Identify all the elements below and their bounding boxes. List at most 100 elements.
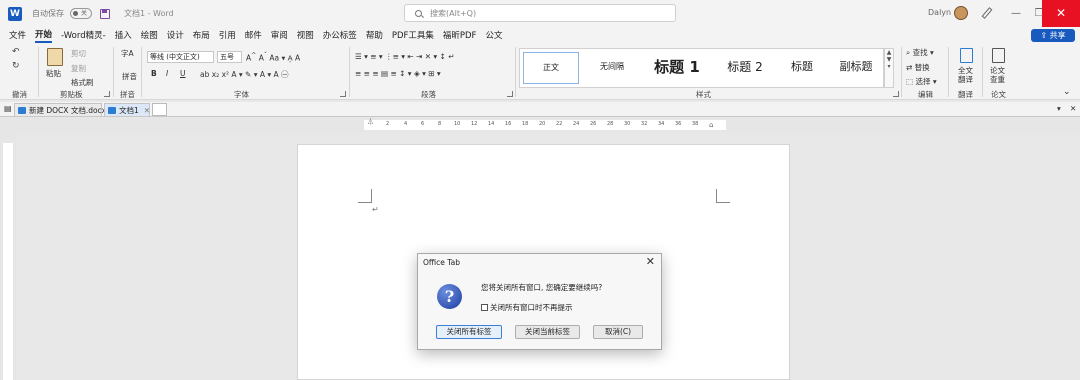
- ruler-number: 8: [438, 121, 442, 127]
- menu-review[interactable]: 审阅: [271, 29, 288, 41]
- right-indent-marker-icon[interactable]: ⌂: [709, 121, 713, 129]
- ruler-number: 22: [556, 121, 563, 127]
- translate-icon[interactable]: [960, 48, 973, 63]
- pen-icon[interactable]: [981, 7, 993, 19]
- translate-button[interactable]: 全文翻译: [958, 66, 978, 84]
- style-normal[interactable]: 正文: [523, 52, 579, 84]
- undo-group-label: 撤消: [12, 90, 27, 99]
- collapse-ribbon-icon[interactable]: ⌄: [1063, 87, 1071, 97]
- menu-view[interactable]: 视图: [297, 29, 314, 41]
- font-name-select[interactable]: 等线 (中文正文): [147, 51, 214, 63]
- menu-bar: 文件 开始 -Word精灵- 插入 绘图 设计 布局 引用 邮件 审阅 视图 办…: [0, 27, 1080, 43]
- ruler-number: 14: [488, 121, 495, 127]
- tab-new-docx[interactable]: 新建 DOCX 文档.docx: [14, 103, 106, 116]
- styles-gallery: 正文 无间隔 标题 1 标题 2 标题 副标题: [519, 48, 884, 88]
- find-label: 查找: [912, 48, 928, 57]
- document-title: 文档1 - Word: [124, 9, 174, 18]
- close-current-tab-button[interactable]: 关闭当前标签: [515, 325, 580, 339]
- italic-icon[interactable]: I: [166, 69, 168, 78]
- close-tab-icon[interactable]: ✕: [144, 106, 150, 115]
- menu-word-wizard[interactable]: -Word精灵-: [61, 29, 106, 41]
- styles-launcher-icon[interactable]: [893, 91, 899, 97]
- underline-icon[interactable]: U: [180, 69, 186, 78]
- redo-icon[interactable]: ↻: [12, 61, 20, 71]
- styles-group-label: 样式: [696, 90, 711, 99]
- bold-icon[interactable]: B: [151, 69, 157, 78]
- user-name[interactable]: Dalyn: [928, 8, 951, 17]
- ruler-number: 20: [539, 121, 546, 127]
- undo-icon[interactable]: ↶: [12, 47, 20, 57]
- ruler-number: 12: [471, 121, 478, 127]
- avatar[interactable]: [954, 6, 968, 20]
- ruler-number: 2: [386, 121, 390, 127]
- indent-marker-icon[interactable]: ⏃: [367, 117, 374, 127]
- search-input[interactable]: 搜索(Alt+Q): [404, 4, 676, 22]
- vertical-ruler: [0, 133, 16, 380]
- find-button[interactable]: ⌕ 查找 ▾: [906, 47, 934, 58]
- menu-foxit-pdf[interactable]: 福昕PDF: [443, 29, 477, 41]
- list-icons[interactable]: ☰ ▾ ≡ ▾ ⋮≡ ▾ ⇤ ⇥ ✕ ▾ ↕ ↵: [355, 52, 455, 61]
- tab-list-icon[interactable]: ▤: [4, 104, 12, 113]
- styles-scroll[interactable]: ▲ ▼ ▾: [884, 48, 894, 88]
- pinyin-button[interactable]: 拼音: [122, 71, 137, 82]
- checkbox-box[interactable]: [481, 304, 488, 311]
- menu-official-doc[interactable]: 公文: [485, 29, 502, 41]
- menu-pdf-tools[interactable]: PDF工具集: [392, 29, 434, 41]
- paragraph-launcher-icon[interactable]: [507, 91, 513, 97]
- menu-help[interactable]: 帮助: [366, 29, 383, 41]
- menu-layout[interactable]: 布局: [193, 29, 210, 41]
- ruler-number: 26: [590, 121, 597, 127]
- format-icons[interactable]: ab x₂ x² A ▾ ✎ ▾ A ▾ A ㊀: [200, 69, 289, 80]
- checkbox-label: 关闭所有窗口时不再提示: [490, 303, 573, 312]
- tab-document1[interactable]: 文档1 ✕: [104, 103, 150, 116]
- tab-menu-chevron-icon[interactable]: ▾: [1057, 104, 1061, 113]
- paper-check-icon[interactable]: [992, 48, 1005, 63]
- style-no-spacing[interactable]: 无间隔: [584, 52, 640, 82]
- divider: [113, 47, 114, 97]
- paste-icon[interactable]: [47, 48, 63, 66]
- ruler-number: 16: [505, 121, 512, 127]
- style-title[interactable]: 标题: [774, 52, 830, 82]
- dont-ask-checkbox[interactable]: 关闭所有窗口时不再提示: [481, 302, 573, 313]
- style-heading-1[interactable]: 标题 1: [642, 52, 712, 82]
- font-size-select[interactable]: 五号: [217, 51, 242, 63]
- clipboard-launcher-icon[interactable]: [104, 91, 110, 97]
- share-button[interactable]: ⇪ 共享: [1031, 29, 1075, 42]
- autosave-toggle[interactable]: 关: [70, 8, 92, 19]
- new-tab-button[interactable]: [152, 103, 167, 116]
- pinyin-icon[interactable]: 字A: [121, 48, 134, 59]
- copy-button[interactable]: 复制: [71, 63, 86, 74]
- title-bar: W 自动保存 关 文档1 - Word 搜索(Alt+Q) Dalyn — ❐: [0, 0, 1080, 27]
- menu-office-tab[interactable]: 办公标签: [323, 29, 357, 41]
- ruler-number: 10: [454, 121, 461, 127]
- divider: [349, 47, 350, 97]
- select-button[interactable]: ⬚ 选择 ▾: [906, 76, 937, 87]
- menu-insert[interactable]: 插入: [115, 29, 132, 41]
- dialog-message: 您将关闭所有窗口, 您确定要继续吗?: [481, 283, 603, 292]
- dialog-close-icon[interactable]: ✕: [646, 255, 655, 268]
- style-subtitle[interactable]: 副标题: [830, 52, 882, 82]
- replace-button[interactable]: ⇄ 替换: [906, 62, 930, 73]
- save-icon[interactable]: [100, 8, 110, 19]
- paper-check-button[interactable]: 论文查重: [990, 66, 1010, 84]
- menu-draw[interactable]: 绘图: [141, 29, 158, 41]
- menu-mailings[interactable]: 邮件: [245, 29, 262, 41]
- align-icons[interactable]: ≡ ≡ ≡ ▤ ≡ ↕ ▾ ◈ ▾ ⊞ ▾: [355, 69, 441, 78]
- font-launcher-icon[interactable]: [340, 91, 346, 97]
- paragraph-mark: ↵: [372, 205, 379, 214]
- format-painter-button[interactable]: 格式刷: [71, 77, 94, 88]
- cut-button[interactable]: 剪切: [71, 48, 86, 59]
- menu-design[interactable]: 设计: [167, 29, 184, 41]
- ruler-number: 4: [404, 121, 408, 127]
- menu-home[interactable]: 开始: [35, 28, 53, 43]
- style-heading-2[interactable]: 标题 2: [710, 52, 780, 82]
- question-icon: ?: [437, 284, 462, 309]
- menu-file[interactable]: 文件: [9, 29, 26, 41]
- tab-close-all-icon[interactable]: ✕: [1070, 104, 1076, 113]
- cancel-button[interactable]: 取消(C): [593, 325, 643, 339]
- menu-references[interactable]: 引用: [219, 29, 236, 41]
- grow-font-icon[interactable]: A^ Aˇ Aa ▾ A͙ A: [246, 52, 300, 63]
- office-tab-dialog: Office Tab ✕ ? 您将关闭所有窗口, 您确定要继续吗? 关闭所有窗口…: [417, 253, 662, 350]
- close-all-tabs-button[interactable]: 关闭所有标签: [436, 325, 502, 339]
- paste-button[interactable]: 粘贴: [46, 68, 61, 79]
